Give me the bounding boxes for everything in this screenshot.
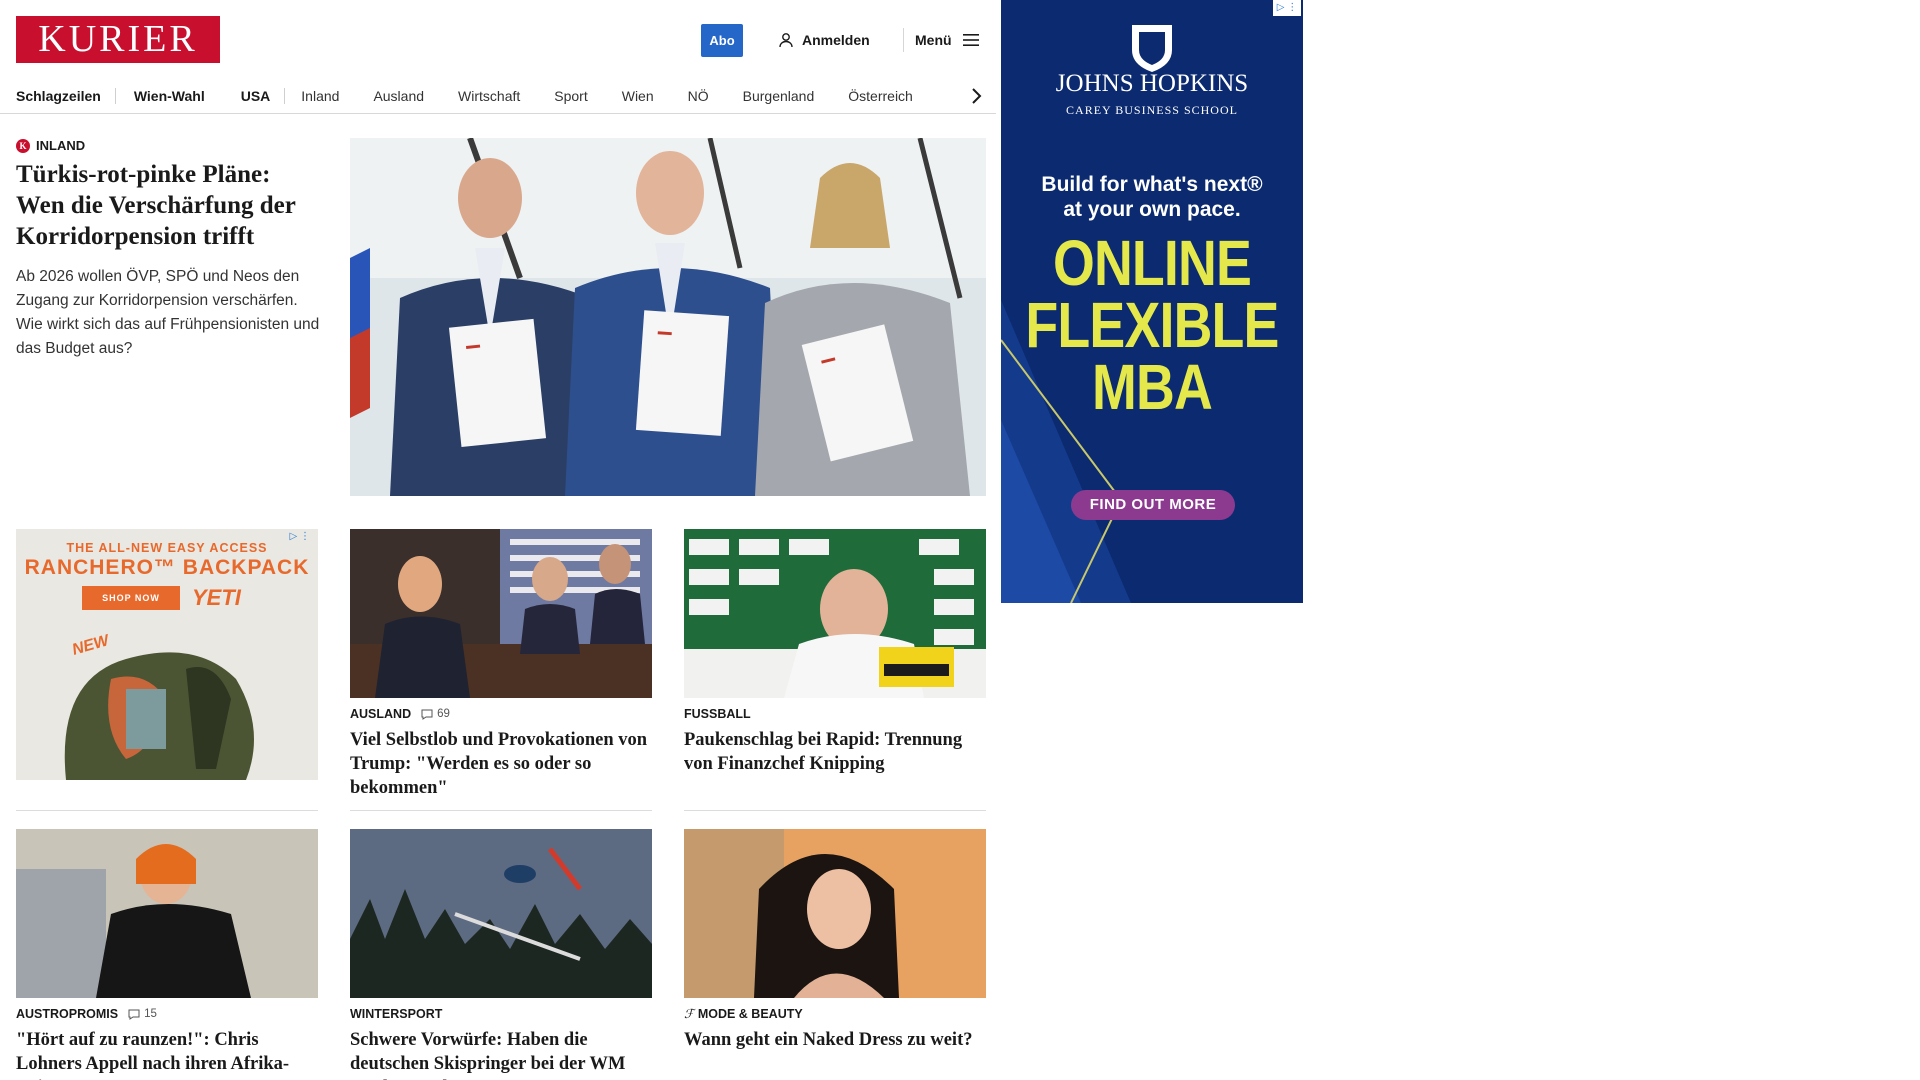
chevron-right-icon[interactable]	[967, 86, 985, 106]
article-image[interactable]	[684, 829, 986, 998]
row-divider	[16, 810, 318, 811]
advertisement-johns-hopkins[interactable]: ▷ ⋮ JOHNS HOPKINS CAREY BUSINESS SCHOOL …	[1001, 0, 1303, 603]
abo-button[interactable]: Abo	[701, 24, 743, 57]
hero-image[interactable]	[350, 138, 986, 496]
article-card[interactable]: ℱ MODE & BEAUTY Wann geht ein Naked Dres…	[684, 829, 986, 1052]
nav-item-wien[interactable]: Wien	[622, 88, 654, 104]
ad-headline-line2: FLEXIBLE	[1025, 289, 1279, 361]
article-meta: ℱ MODE & BEAUTY	[684, 1006, 986, 1022]
ad-brand: YETI	[192, 585, 241, 610]
ad-tagline-line2: at your own pace.	[1063, 198, 1241, 221]
user-icon	[779, 33, 793, 48]
advertisement-yeti[interactable]: ▷ ⋮ THE ALL-NEW EASY ACCESS RANCHERO™ BA…	[16, 529, 318, 780]
ad-headline-line3: MBA	[1092, 351, 1213, 423]
nav-item-schlagzeilen[interactable]: Schlagzeilen	[16, 88, 101, 104]
article-card[interactable]: WINTERSPORT Schwere Vorwürfe: Haben die …	[350, 829, 652, 1080]
nav-item-wien-wahl[interactable]: Wien-Wahl	[134, 88, 205, 104]
kurier-k-icon: K	[16, 138, 30, 153]
nav-separator	[284, 88, 286, 104]
header-divider	[903, 28, 904, 52]
nav-item-usa[interactable]: USA	[241, 88, 271, 104]
nav-item-inland[interactable]: Inland	[301, 88, 339, 104]
menu-button[interactable]: Menü	[915, 30, 980, 50]
ad-headline: THE ALL-NEW EASY ACCESS	[66, 541, 268, 555]
ad-tagline: Build for what's next® at your own pace.	[1021, 172, 1283, 222]
login-label: Anmelden	[802, 32, 870, 48]
kurier-logo[interactable]: KURIER	[16, 16, 220, 63]
ad-product: RANCHERO™ BACKPACK	[24, 556, 310, 579]
article-meta: AUSLAND 69	[350, 706, 652, 722]
article-title[interactable]: Schwere Vorwürfe: Haben die deutschen Sk…	[350, 1028, 652, 1080]
nav-item-burgenland[interactable]: Burgenland	[743, 88, 815, 104]
comment-count-value: 69	[437, 708, 450, 720]
ad-shop-button[interactable]: SHOP NOW	[82, 586, 180, 610]
article-section[interactable]: FUSSBALL	[684, 707, 751, 721]
article-meta: WINTERSPORT	[350, 1006, 652, 1022]
adchoices-icon[interactable]: ▷ ⋮	[1273, 0, 1301, 16]
nav-list: Schlagzeilen Wien-Wahl USA Inland Auslan…	[16, 78, 913, 114]
comment-count[interactable]: 15	[128, 1008, 157, 1020]
article-image[interactable]	[684, 529, 986, 698]
article-section[interactable]: WINTERSPORT	[350, 1007, 442, 1021]
ad-tagline-line1: Build for what's next®	[1041, 173, 1263, 196]
article-section[interactable]: AUSLAND	[350, 707, 411, 721]
hamburger-icon	[962, 34, 979, 46]
ad-headline-line1: ONLINE	[1052, 227, 1252, 299]
article-title[interactable]: Wann geht ein Naked Dress zu weit?	[684, 1028, 986, 1052]
article-section[interactable]: MODE & BEAUTY	[698, 1007, 803, 1021]
article-title[interactable]: "Hört auf zu raunzen!": Chris Lohners Ap…	[16, 1028, 318, 1080]
style-icon: ℱ	[684, 1007, 694, 1021]
nav-item-oesterreich[interactable]: Österreich	[848, 88, 913, 104]
comment-count[interactable]: 69	[421, 708, 450, 720]
hero-kicker: K INLAND	[16, 138, 322, 153]
header-bar: KURIER Abo Anmelden Menü	[0, 0, 996, 78]
ad-find-out-more-button[interactable]: FIND OUT MORE	[1071, 490, 1235, 520]
ad-headline: ONLINE FLEXIBLE MBA	[1025, 227, 1279, 423]
row-divider	[684, 810, 986, 811]
nav-item-ausland[interactable]: Ausland	[373, 88, 424, 104]
section-nav: Schlagzeilen Wien-Wahl USA Inland Auslan…	[0, 78, 996, 114]
hero-title[interactable]: Türkis-rot-pinke Pläne: Wen die Verschär…	[16, 159, 322, 252]
nav-item-noe[interactable]: NÖ	[688, 88, 709, 104]
menu-label: Menü	[915, 32, 952, 48]
nav-separator	[114, 88, 116, 104]
nav-item-wirtschaft[interactable]: Wirtschaft	[458, 88, 520, 104]
row-divider	[350, 810, 652, 811]
comment-icon	[128, 1009, 140, 1020]
article-meta: AUSTROPROMIS 15	[16, 1006, 318, 1022]
nav-item-sport[interactable]: Sport	[554, 88, 587, 104]
comment-icon	[421, 709, 433, 720]
hero-teaser[interactable]: K INLAND Türkis-rot-pinke Pläne: Wen die…	[16, 138, 322, 361]
article-image[interactable]	[350, 829, 652, 998]
article-image[interactable]	[16, 829, 318, 998]
article-title[interactable]: Paukenschlag bei Rapid: Trennung von Fin…	[684, 728, 986, 776]
site-content: KURIER Abo Anmelden Menü Schlagzeilen Wi…	[0, 0, 996, 1080]
article-meta: FUSSBALL	[684, 706, 986, 722]
comment-count-value: 15	[144, 1008, 157, 1020]
article-title[interactable]: Viel Selbstlob und Provokationen von Tru…	[350, 728, 652, 800]
ad-brand-name: JOHNS HOPKINS	[1055, 70, 1249, 97]
login-button[interactable]: Anmelden	[778, 30, 870, 50]
article-card[interactable]: AUSTROPROMIS 15 "Hört auf zu raunzen!": …	[16, 829, 318, 1080]
article-image[interactable]	[350, 529, 652, 698]
article-section[interactable]: AUSTROPROMIS	[16, 1007, 118, 1021]
ad-brand-sub: CAREY BUSINESS SCHOOL	[1066, 103, 1238, 117]
article-card[interactable]: FUSSBALL Paukenschlag bei Rapid: Trennun…	[684, 529, 986, 776]
hero-lead: Ab 2026 wollen ÖVP, SPÖ und Neos den Zug…	[16, 268, 320, 357]
hero-section-label: INLAND	[36, 138, 86, 153]
article-card[interactable]: AUSLAND 69 Viel Selbstlob und Provokatio…	[350, 529, 652, 800]
